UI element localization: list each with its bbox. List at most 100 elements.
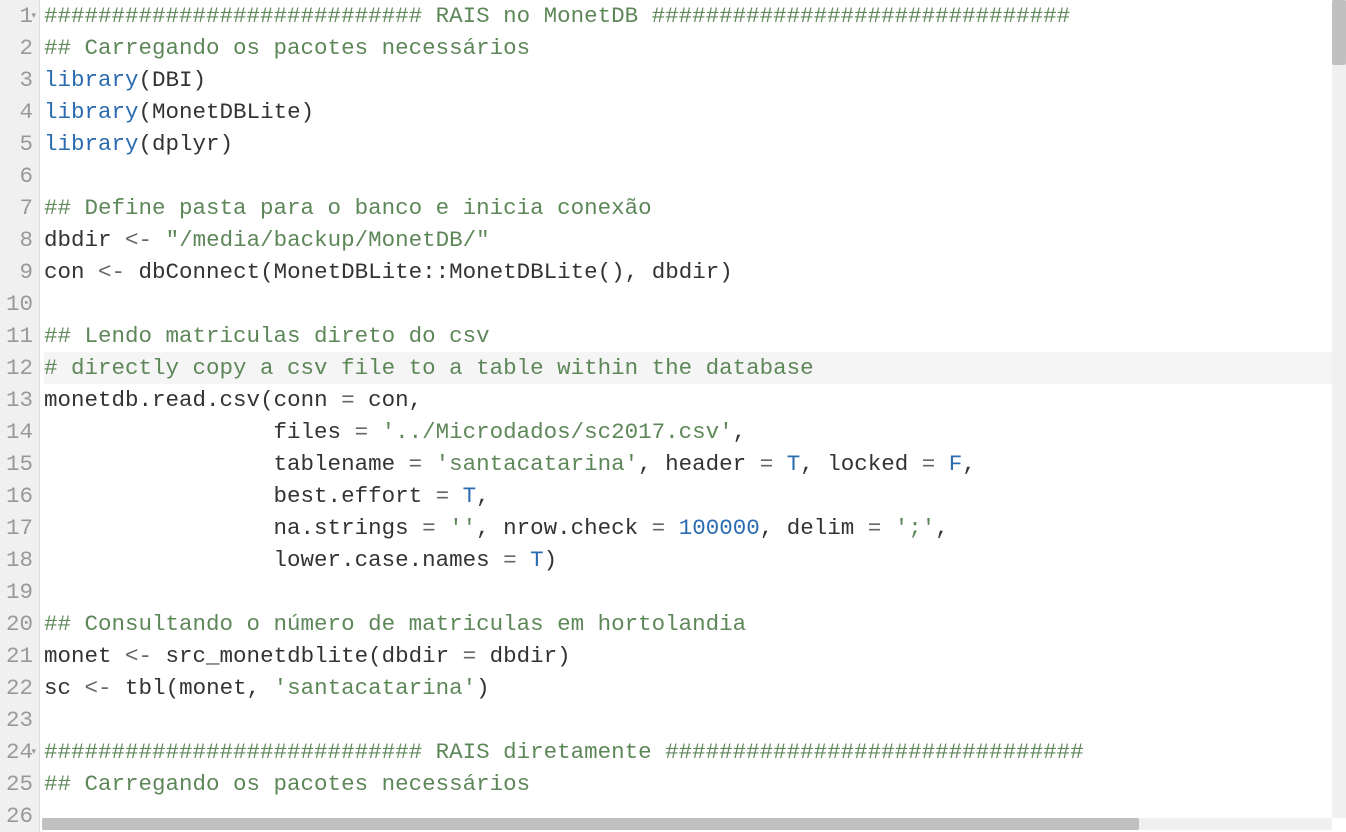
token-ident: dbdir	[476, 643, 557, 669]
token-ident: DBI	[152, 67, 193, 93]
token-ident: monet	[44, 643, 125, 669]
token-comment: ## Define pasta para o banco e inicia co…	[44, 195, 652, 221]
code-line[interactable]: ############################ RAIS no Mon…	[44, 0, 1346, 32]
token-ident	[436, 515, 450, 541]
code-line[interactable]: dbdir <- "/media/backup/MonetDB/"	[44, 224, 1346, 256]
code-line[interactable]: library(MonetDBLite)	[44, 96, 1346, 128]
token-ident	[152, 227, 166, 253]
token-ident	[517, 547, 531, 573]
token-operator: =	[503, 547, 517, 573]
token-number: 100000	[679, 515, 760, 541]
token-operator: =	[422, 515, 436, 541]
fold-marker-icon[interactable]: ▾	[31, 736, 36, 768]
code-line[interactable]: lower.case.names = T)	[44, 544, 1346, 576]
token-ident: src_monetdblite	[152, 643, 368, 669]
token-ident: ,	[962, 451, 976, 477]
line-number-gutter: 1▾23456789101112131415161718192021222324…	[0, 0, 40, 832]
token-comment: ## Carregando os pacotes necessários	[44, 35, 530, 61]
token-ident: , locked	[800, 451, 922, 477]
token-operator: =	[355, 419, 369, 445]
token-ident	[773, 451, 787, 477]
token-paren: (	[166, 675, 180, 701]
token-ident: sc	[44, 675, 85, 701]
token-ident	[935, 451, 949, 477]
token-operator: =	[868, 515, 882, 541]
line-number: 5	[6, 128, 33, 160]
token-operator: =	[652, 515, 666, 541]
code-line[interactable]	[44, 704, 1346, 736]
token-ident: tbl	[112, 675, 166, 701]
line-number: 9	[6, 256, 33, 288]
token-ident: monetdb.read.csv	[44, 387, 260, 413]
token-ident: , nrow.check	[476, 515, 652, 541]
token-ident: dbdir	[44, 227, 125, 253]
horizontal-scrollbar[interactable]	[42, 818, 1332, 830]
token-operator: =	[760, 451, 774, 477]
token-ident	[368, 419, 382, 445]
token-operator: <-	[125, 227, 152, 253]
token-ident: na.strings	[44, 515, 422, 541]
token-operator: =	[409, 451, 423, 477]
token-ident: , delim	[760, 515, 868, 541]
horizontal-scrollbar-thumb[interactable]	[42, 818, 1139, 830]
token-paren: (	[139, 67, 153, 93]
code-line[interactable]: ## Define pasta para o banco e inicia co…	[44, 192, 1346, 224]
code-line[interactable]	[44, 288, 1346, 320]
token-ident: lower.case.names	[44, 547, 503, 573]
token-ident: ,	[935, 515, 949, 541]
code-line[interactable]: ## Consultando o número de matriculas em…	[44, 608, 1346, 640]
code-line[interactable]: ## Lendo matriculas direto do csv	[44, 320, 1346, 352]
fold-marker-icon[interactable]: ▾	[31, 0, 36, 32]
token-operator: =	[463, 643, 477, 669]
code-line[interactable]: best.effort = T,	[44, 480, 1346, 512]
token-ident: ,	[733, 419, 747, 445]
code-line[interactable]: monet <- src_monetdblite(dbdir = dbdir)	[44, 640, 1346, 672]
line-number: 8	[6, 224, 33, 256]
token-bool: F	[949, 451, 963, 477]
vertical-scrollbar[interactable]	[1332, 0, 1346, 818]
token-bool: T	[787, 451, 801, 477]
token-ident: dbConnect	[125, 259, 260, 285]
token-builtin: library	[44, 99, 139, 125]
code-line[interactable]	[44, 576, 1346, 608]
token-operator: <-	[125, 643, 152, 669]
vertical-scrollbar-thumb[interactable]	[1332, 0, 1346, 65]
code-line[interactable]: files = '../Microdados/sc2017.csv',	[44, 416, 1346, 448]
token-builtin: library	[44, 131, 139, 157]
line-number: 16	[6, 480, 33, 512]
code-line[interactable]: tablename = 'santacatarina', header = T,…	[44, 448, 1346, 480]
code-line[interactable]	[44, 160, 1346, 192]
code-line[interactable]: library(DBI)	[44, 64, 1346, 96]
line-number: 25	[6, 768, 33, 800]
code-editor[interactable]: 1▾23456789101112131415161718192021222324…	[0, 0, 1346, 832]
token-operator: <-	[85, 675, 112, 701]
code-line[interactable]: ############################ RAIS direta…	[44, 736, 1346, 768]
token-operator: =	[922, 451, 936, 477]
token-operator: =	[436, 483, 450, 509]
token-paren: (	[260, 259, 274, 285]
token-ident: con	[44, 259, 98, 285]
line-number: 26	[6, 800, 33, 832]
line-number: 3	[6, 64, 33, 96]
code-area[interactable]: ############################ RAIS no Mon…	[40, 0, 1346, 832]
line-number: 4	[6, 96, 33, 128]
token-paren: )	[719, 259, 733, 285]
code-line[interactable]: ## Carregando os pacotes necessários	[44, 768, 1346, 800]
line-number: 6	[6, 160, 33, 192]
code-line[interactable]: sc <- tbl(monet, 'santacatarina')	[44, 672, 1346, 704]
token-comment: ############################ RAIS no Mon…	[44, 3, 1070, 29]
line-number: 22	[6, 672, 33, 704]
token-operator: =	[341, 387, 355, 413]
code-line[interactable]: monetdb.read.csv(conn = con,	[44, 384, 1346, 416]
token-paren: )	[476, 675, 490, 701]
token-ident	[422, 451, 436, 477]
code-line[interactable]: con <- dbConnect(MonetDBLite::MonetDBLit…	[44, 256, 1346, 288]
line-number: 13	[6, 384, 33, 416]
code-line[interactable]: # directly copy a csv file to a table wi…	[44, 352, 1346, 384]
code-line[interactable]: na.strings = '', nrow.check = 100000, de…	[44, 512, 1346, 544]
code-line[interactable]: ## Carregando os pacotes necessários	[44, 32, 1346, 64]
token-ident: monet,	[179, 675, 274, 701]
line-number: 19	[6, 576, 33, 608]
token-comment: ## Lendo matriculas direto do csv	[44, 323, 490, 349]
code-line[interactable]: library(dplyr)	[44, 128, 1346, 160]
